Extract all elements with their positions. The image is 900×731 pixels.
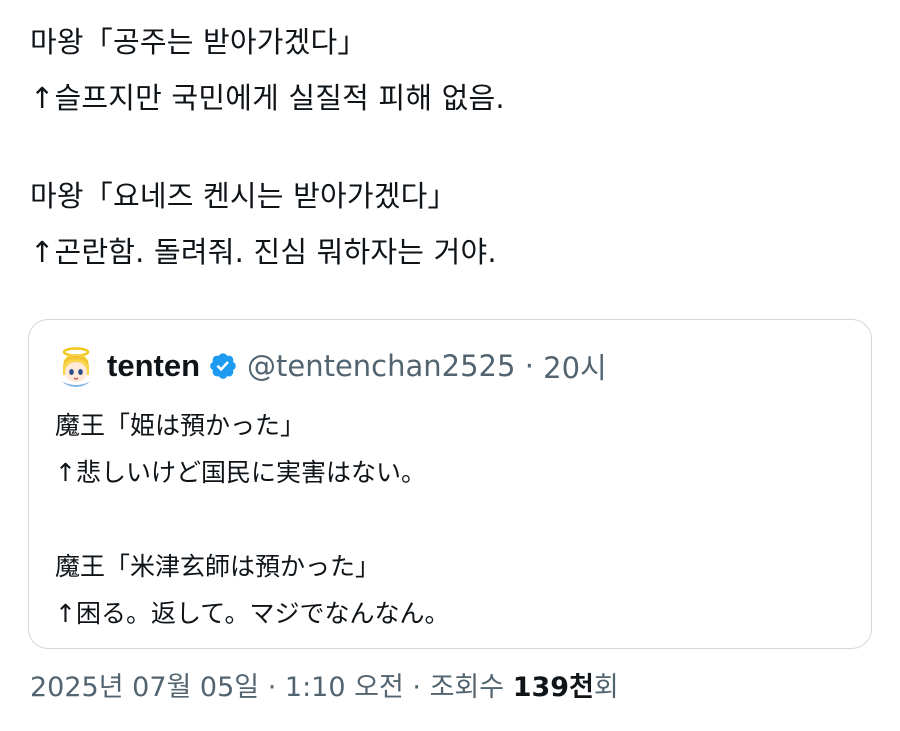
quoted-timestamp[interactable]: 20시 <box>543 345 607 387</box>
tweet-text-line: 마왕「요네즈 켄시는 받아가겠다」 <box>30 179 457 213</box>
avatar[interactable] <box>55 345 97 387</box>
quoted-tweet-header: tenten @tentenchan2525 · 20시 <box>55 344 607 388</box>
verified-badge-icon <box>210 353 236 379</box>
views-count: 139천 <box>512 672 594 703</box>
tweet-meta-footer: 2025년 07월 05일 · 1:10 오전 · 조회수 139천회 <box>30 668 619 708</box>
tweet-text-line: ↑슬프지만 국민에게 실질적 피해 없음. <box>30 81 505 115</box>
avatar-image <box>55 345 97 387</box>
quoted-text-line: 魔王「米津玄師は預かった」 <box>55 552 381 581</box>
tweet-text-blank-line <box>30 126 870 168</box>
quoted-tweet-card[interactable]: tenten @tentenchan2525 · 20시 魔王「姫は預かった」 … <box>28 319 872 649</box>
meta-separator: · <box>524 349 534 383</box>
quoted-text-blank-line <box>55 496 845 543</box>
quoted-text-line: ↑悲しいけど国民に実害はない。 <box>55 458 426 487</box>
quoted-text-line: ↑困る。返して。マジでなんなん。 <box>55 599 450 628</box>
quoted-text-line: 魔王「姫は預かった」 <box>55 411 306 440</box>
quoted-author-name[interactable]: tenten <box>107 348 200 384</box>
quoted-handle[interactable]: @tentenchan2525 <box>247 349 515 383</box>
post-time[interactable]: 1:10 오전 <box>285 672 404 703</box>
tweet-text-line: 마왕「공주는 받아가겠다」 <box>30 25 367 59</box>
views-unit: 회 <box>593 672 619 703</box>
views-label: 조회수 <box>429 672 505 703</box>
tweet-text: 마왕「공주는 받아가겠다」 ↑슬프지만 국민에게 실질적 피해 없음. 마왕「요… <box>30 14 870 280</box>
post-date[interactable]: 2025년 07월 05일 <box>30 672 259 703</box>
tweet-text-line: ↑곤란함. 돌려줘. 진심 뭐하자는 거야. <box>30 235 497 269</box>
meta-separator: · <box>412 672 421 703</box>
meta-separator: · <box>267 672 277 703</box>
quoted-tweet-text: 魔王「姫は預かった」 ↑悲しいけど国民に実害はない。 魔王「米津玄師は預かった」… <box>55 402 845 637</box>
